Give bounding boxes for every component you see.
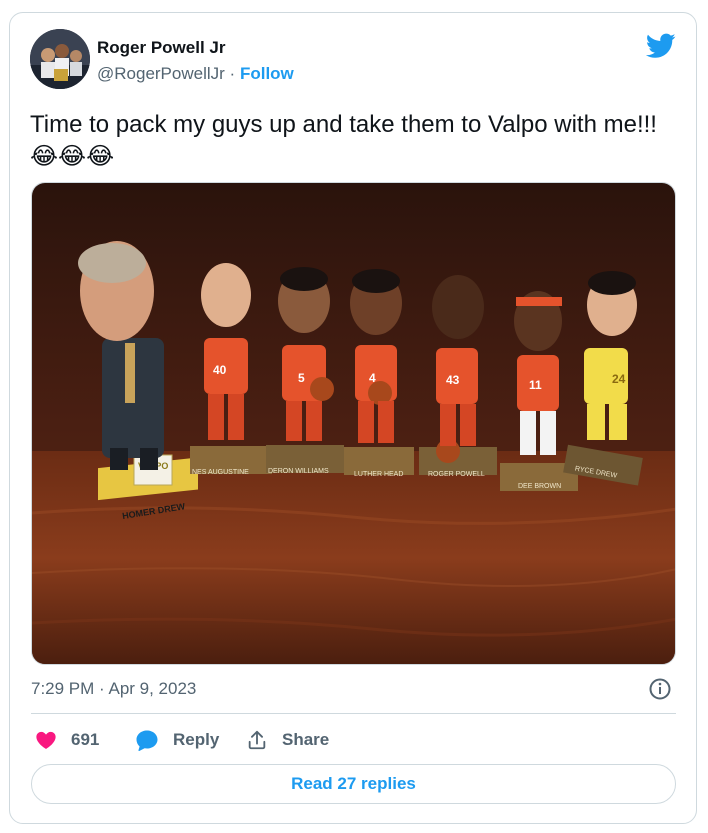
author-name[interactable]: Roger Powell Jr [97, 38, 225, 58]
share-upload-icon [248, 730, 266, 750]
info-icon[interactable] [648, 677, 672, 701]
read-replies-button[interactable]: Read 27 replies [31, 764, 676, 804]
jersey-4: 43 [446, 373, 460, 387]
twitter-bird-icon[interactable] [646, 33, 676, 59]
tweet-actions: 691 Reply Share [31, 725, 676, 755]
plaque-1: NES AUGUSTINE [192, 469, 249, 476]
plaque-5: DEE BROWN [518, 483, 561, 490]
author-handle[interactable]: @RogerPowellJr [97, 64, 225, 83]
tweet-text: Time to pack my guys up and take them to… [30, 111, 657, 170]
tweet-timestamp[interactable]: 7:29 PM · Apr 9, 2023 [31, 679, 196, 699]
author-handle-line: @RogerPowellJr · Follow [97, 64, 294, 84]
like-count: 691 [71, 730, 100, 749]
like-button[interactable]: 691 [35, 725, 99, 755]
avatar[interactable] [30, 29, 90, 89]
tweet-photo[interactable]: HOMER DREW VALPO NES AUGUSTINE DERON [31, 182, 676, 665]
reply-button[interactable]: Reply [135, 725, 219, 755]
plaque-3: LUTHER HEAD [354, 471, 403, 478]
jersey-2: 5 [298, 371, 305, 385]
handle-separator: · [229, 64, 236, 83]
share-label: Share [282, 730, 330, 749]
follow-link[interactable]: Follow [240, 64, 294, 83]
divider [31, 713, 676, 714]
plaque-2: DERON WILLIAMS [268, 468, 329, 475]
jersey-1: 40 [213, 363, 227, 377]
reply-label: Reply [173, 730, 220, 749]
tweet-card: Roger Powell Jr @RogerPowellJr · Follow … [9, 12, 697, 824]
heart-icon [36, 731, 56, 749]
plaque-4: ROGER POWELL [428, 471, 485, 478]
jersey-5: 11 [529, 378, 542, 392]
jersey-6: 24 [612, 372, 626, 386]
reply-bubble-icon [136, 730, 158, 751]
share-button[interactable]: Share [246, 725, 329, 755]
